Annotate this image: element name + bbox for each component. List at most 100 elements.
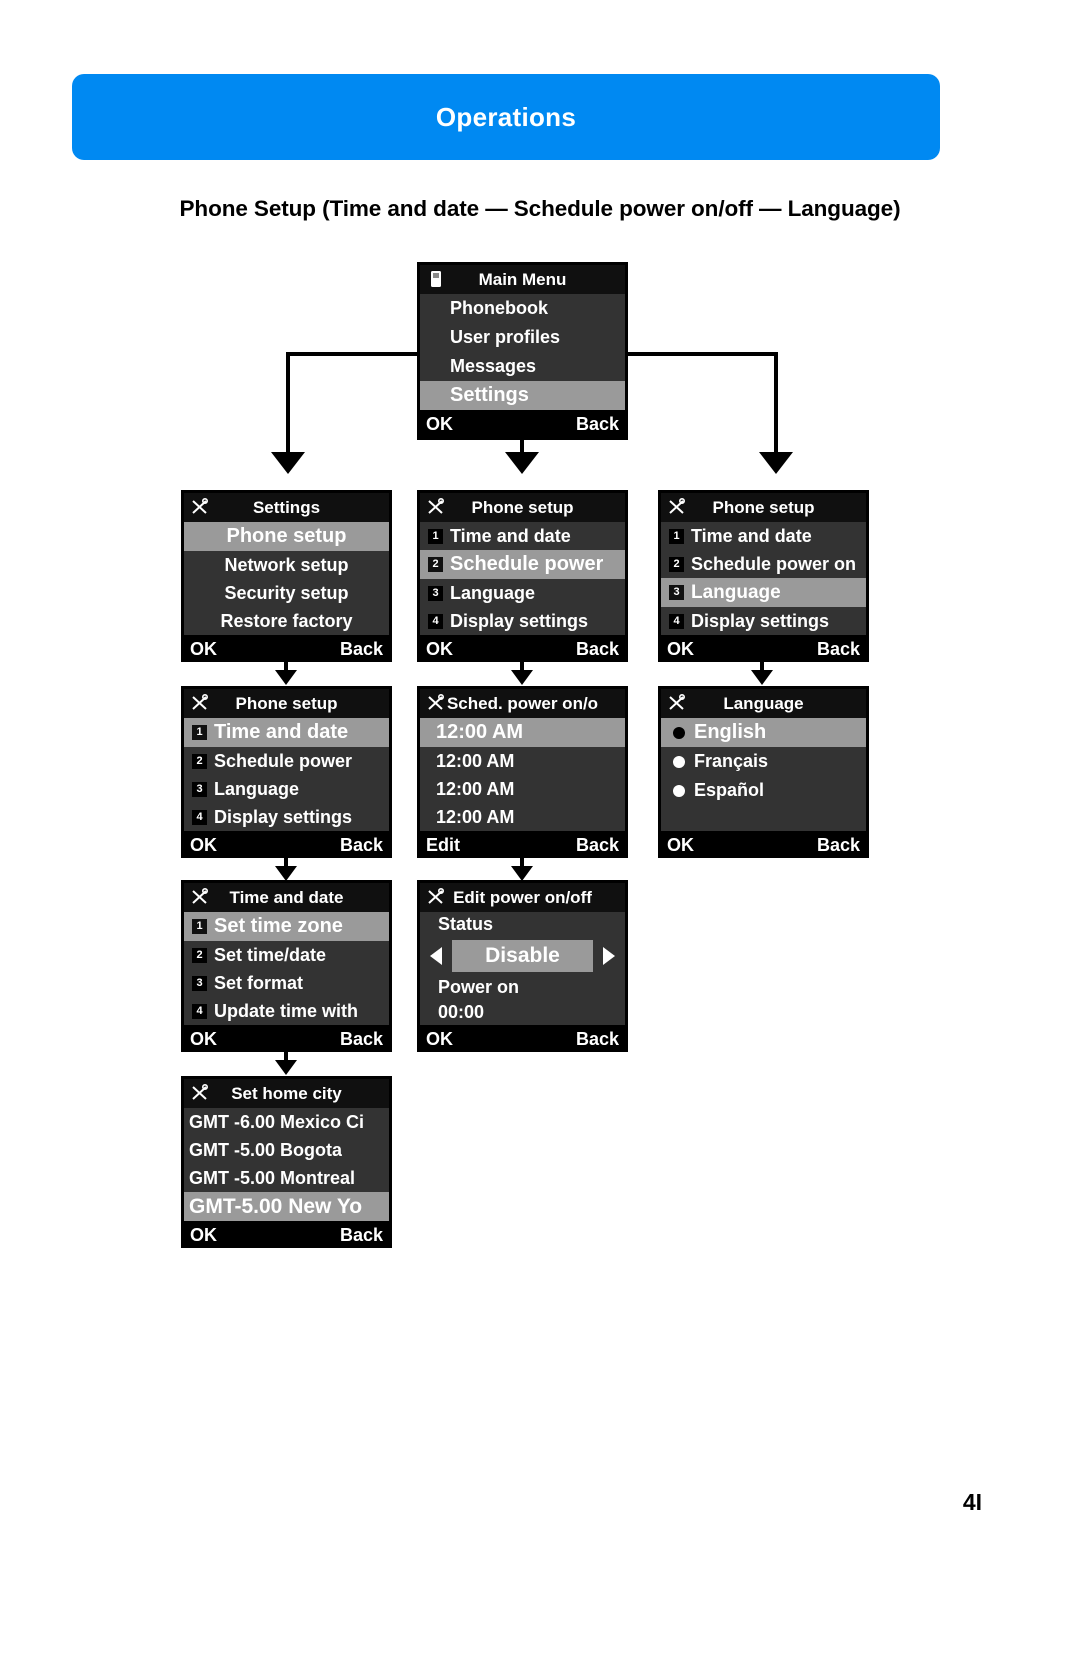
screen-body: 1 Set time zone 2 Set time/date 3 Set fo… xyxy=(184,912,389,1025)
tools-icon xyxy=(428,887,445,904)
list-item[interactable]: 12:00 AM xyxy=(420,803,625,831)
list-item[interactable]: GMT -6.00 Mexico Ci xyxy=(184,1108,389,1136)
chevron-right-icon[interactable] xyxy=(603,947,615,965)
softkey-left[interactable]: OK xyxy=(426,410,453,437)
softkey-left[interactable]: OK xyxy=(667,831,694,855)
list-item[interactable]: 4 Display settings xyxy=(661,607,866,635)
softkey-right[interactable]: Back xyxy=(340,831,383,855)
list-item-selected[interactable]: 2 Schedule power xyxy=(420,550,625,579)
screen-body: English Français Español xyxy=(661,718,866,831)
arrow-settings-to-phonesetup xyxy=(275,670,297,685)
softkey-left[interactable]: OK xyxy=(190,1025,217,1049)
list-item[interactable]: 12:00 AM xyxy=(420,775,625,803)
list-item-selected[interactable]: 1 Time and date xyxy=(184,718,389,747)
radio-icon xyxy=(673,784,685,797)
list-item[interactable]: 12:00 AM xyxy=(420,747,625,775)
list-item-label: Time and date xyxy=(214,721,349,743)
softkey-left[interactable]: OK xyxy=(190,831,217,855)
list-item[interactable]: 2 Schedule power on xyxy=(661,550,866,578)
screen-body: 1 Time and date 2 Schedule power 3 Langu… xyxy=(420,522,625,635)
arrow-phonesetup-to-language xyxy=(751,670,773,685)
list-item-selected[interactable]: 12:00 AM xyxy=(420,718,625,747)
list-item[interactable]: GMT -5.00 Bogota xyxy=(184,1136,389,1164)
softkey-left[interactable]: OK xyxy=(667,635,694,659)
list-item[interactable]: 4 Display settings xyxy=(420,607,625,635)
list-item-label: GMT-5.00 New Yo xyxy=(189,1195,363,1218)
list-item[interactable]: 3 Language xyxy=(420,579,625,607)
screen-title-text: Phone setup xyxy=(235,694,338,713)
softkey-left[interactable]: OK xyxy=(190,635,217,659)
screen-title-text: Edit power on/off xyxy=(453,888,592,907)
list-item[interactable]: 2 Schedule power xyxy=(184,747,389,775)
softkey-bar: OK Back xyxy=(184,1025,389,1049)
list-item-label: GMT -5.00 Montreal xyxy=(189,1168,356,1188)
tools-icon xyxy=(669,693,686,710)
list-item[interactable]: 3 Language xyxy=(184,775,389,803)
list-item[interactable]: Security setup xyxy=(184,579,389,607)
list-item-label: Schedule power xyxy=(214,751,353,771)
softkey-right[interactable]: Back xyxy=(576,1025,619,1049)
status-value[interactable]: Disable xyxy=(452,940,593,972)
softkey-right[interactable]: Back xyxy=(340,635,383,659)
softkey-right[interactable]: Back xyxy=(576,831,619,855)
list-item-selected[interactable]: English xyxy=(661,718,866,747)
list-item[interactable]: Français xyxy=(661,747,866,776)
power-on-value[interactable]: 00:00 xyxy=(420,1000,625,1025)
radio-selected-icon xyxy=(673,726,685,739)
list-item[interactable]: Network setup xyxy=(184,551,389,579)
list-item-label: Language xyxy=(450,583,536,603)
list-item-selected[interactable]: GMT-5.00 New Yo xyxy=(184,1192,389,1221)
softkey-left[interactable]: OK xyxy=(426,1025,453,1049)
list-item-number: 1 xyxy=(428,528,443,544)
list-item-label: 12:00 AM xyxy=(436,751,515,771)
list-item[interactable]: 1 Time and date xyxy=(420,522,625,550)
screen-title-bar: Time and date xyxy=(184,883,389,912)
list-item[interactable]: Messages xyxy=(420,352,625,381)
list-item[interactable]: 4 Display settings xyxy=(184,803,389,831)
list-item-number: 4 xyxy=(192,809,207,825)
arrow-phonesetup-to-sched xyxy=(511,670,533,685)
list-item-selected[interactable]: Phone setup xyxy=(184,522,389,551)
list-item[interactable]: Restore factory xyxy=(184,607,389,635)
list-item-number: 3 xyxy=(669,585,684,600)
list-item-label: Display settings xyxy=(214,807,353,827)
softkey-left[interactable]: Edit xyxy=(426,831,460,855)
screen-body: GMT -6.00 Mexico Ci GMT -5.00 Bogota GMT… xyxy=(184,1108,389,1221)
softkey-right[interactable]: Back xyxy=(576,410,619,437)
list-item[interactable]: 4 Update time with xyxy=(184,997,389,1025)
page-title: Phone Setup (Time and date — Schedule po… xyxy=(179,196,901,221)
list-item[interactable]: Phonebook xyxy=(420,294,625,323)
status-label: Status xyxy=(438,914,494,934)
status-selector[interactable]: Disable xyxy=(420,937,625,975)
softkey-right[interactable]: Back xyxy=(576,635,619,659)
screen-title-text: Main Menu xyxy=(478,270,567,289)
list-item-selected[interactable]: Settings xyxy=(420,381,625,410)
arrow-to-phone-setup-c xyxy=(759,452,793,474)
list-item-number: 3 xyxy=(428,585,443,601)
list-item[interactable]: 1 Time and date xyxy=(661,522,866,550)
softkey-right[interactable]: Back xyxy=(817,635,860,659)
list-item[interactable]: Español xyxy=(661,776,866,805)
softkey-left[interactable]: OK xyxy=(426,635,453,659)
chevron-left-icon[interactable] xyxy=(430,947,442,965)
list-item-selected[interactable]: 1 Set time zone xyxy=(184,912,389,941)
list-item-label: GMT -5.00 Bogota xyxy=(189,1140,343,1160)
list-item-selected[interactable]: 3 Language xyxy=(661,578,866,607)
softkey-right[interactable]: Back xyxy=(340,1221,383,1245)
list-item-label: English xyxy=(694,721,767,743)
softkey-right[interactable]: Back xyxy=(817,831,860,855)
radio-icon xyxy=(673,755,685,768)
list-item[interactable]: 2 Set time/date xyxy=(184,941,389,969)
tools-icon xyxy=(192,887,209,904)
softkey-left[interactable]: OK xyxy=(190,1221,217,1245)
arrow-to-settings xyxy=(271,452,305,474)
list-item[interactable]: User profiles xyxy=(420,323,625,352)
screen-main-menu: Main Menu Phonebook User profiles Messag… xyxy=(417,262,628,440)
screen-title-bar: Set home city xyxy=(184,1079,389,1108)
softkey-right[interactable]: Back xyxy=(340,1025,383,1049)
list-item[interactable]: GMT -5.00 Montreal xyxy=(184,1164,389,1192)
list-item-number: 4 xyxy=(192,1003,207,1019)
list-item[interactable]: 3 Set format xyxy=(184,969,389,997)
screen-body: 12:00 AM 12:00 AM 12:00 AM 12:00 AM xyxy=(420,718,625,831)
softkey-bar: OK Back xyxy=(661,635,866,659)
